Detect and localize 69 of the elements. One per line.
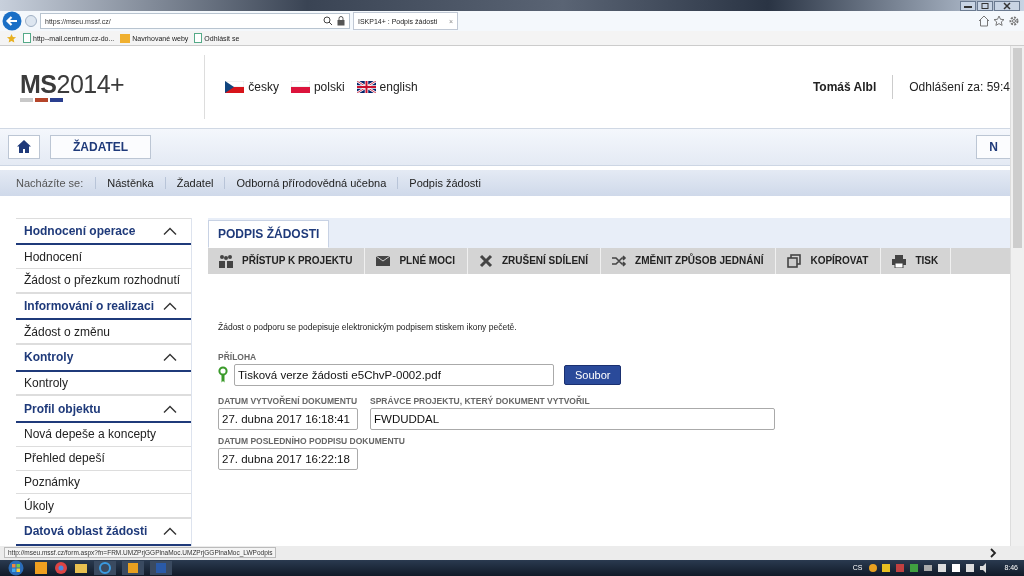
sidebar-item[interactable]: Hodnocení: [16, 245, 191, 269]
text-field[interactable]: 27. dubna 2017 16:22:18: [218, 447, 358, 470]
settings-icon[interactable]: [1008, 15, 1020, 28]
taskbar-app-icon[interactable]: [54, 560, 68, 575]
attachment-field[interactable]: Tisková verze žádosti e5ChvP-0002.pdf: [234, 363, 554, 386]
language-link[interactable]: polski: [290, 79, 345, 94]
maximize-icon[interactable]: [977, 0, 993, 11]
sidebar-item[interactable]: Žádost o změnu: [16, 320, 191, 345]
british-flag-icon: [356, 80, 376, 93]
breadcrumb-link[interactable]: Žadatel: [165, 176, 226, 189]
chevron-icon[interactable]: [163, 404, 177, 413]
close-icon[interactable]: [994, 0, 1020, 11]
breadcrumb-link[interactable]: Podpis žádosti: [398, 176, 492, 189]
minimize-icon[interactable]: [960, 0, 976, 11]
chevron-icon[interactable]: [163, 527, 177, 536]
sidebar-section-header[interactable]: Informování o realizaci: [16, 292, 191, 321]
scrollbar[interactable]: [1010, 45, 1024, 546]
field-label: DATUM VYTVOŘENÍ DOKUMENTU: [218, 395, 358, 406]
copy-icon: [786, 253, 803, 268]
seal-icon[interactable]: [218, 366, 228, 384]
ms2014-logo: MS2014+: [20, 71, 125, 102]
back-icon[interactable]: [2, 11, 22, 32]
taskbar-app-icon[interactable]: [122, 560, 144, 575]
star-icon[interactable]: [993, 15, 1005, 28]
sidebar-section-header[interactable]: Profil objektu: [16, 395, 191, 424]
folder-icon: [120, 33, 131, 43]
printer-icon: [891, 253, 908, 268]
logout-timer: Odhlášení za: 59:4: [909, 79, 1010, 94]
language-link[interactable]: česky: [225, 79, 279, 94]
lock-icon: [337, 16, 345, 27]
field-label: PŘÍLOHA: [218, 351, 257, 362]
instruction-text: Žádost o podporu se podepisuje elektronickým podpisem stiskem ikony pečetě.: [218, 321, 517, 332]
chevron-icon[interactable]: [163, 302, 177, 311]
file-button[interactable]: Soubor: [564, 364, 622, 385]
cross-icon: [477, 253, 494, 268]
sidebar-item[interactable]: Žádost o přezkum rozhodnutí: [16, 269, 191, 293]
nav-button[interactable]: N: [976, 134, 1010, 159]
home-icon: [17, 140, 31, 154]
sidebar-item[interactable]: Nová depeše a koncepty: [16, 423, 191, 447]
text-field[interactable]: 27. dubna 2017 16:18:41: [218, 407, 358, 430]
language-link[interactable]: english: [356, 79, 418, 94]
breadcrumb-label: Nacházíte se:: [0, 176, 97, 189]
sidebar-item[interactable]: Kontroly: [16, 371, 191, 396]
scroll-right-icon[interactable]: [988, 547, 998, 558]
search-icon: [323, 16, 333, 27]
user-name: Tomáš Albl: [812, 79, 877, 94]
shuffle-icon: [611, 253, 628, 268]
sidebar-section-header[interactable]: Kontroly: [16, 344, 191, 372]
field-label: SPRÁVCE PROJEKTU, KTERÝ DOKUMENT VYTVOŘIL: [370, 395, 591, 406]
sidebar-item[interactable]: Poznámky: [16, 470, 191, 495]
home-icon[interactable]: [978, 15, 990, 28]
tab[interactable]: PODPIS ŽÁDOSTI: [208, 219, 330, 248]
envelope-icon: [375, 253, 392, 268]
breadcrumb-link[interactable]: Nástěnka: [96, 176, 166, 189]
favorites-star-icon: [6, 32, 17, 44]
text-field[interactable]: FWDUDDAL: [370, 407, 775, 430]
home-button[interactable]: [8, 134, 40, 159]
czech-flag-icon: [225, 80, 245, 93]
sidebar-item[interactable]: Úkoly: [16, 494, 191, 519]
nav-button[interactable]: ŽADATEL: [50, 134, 152, 159]
polish-flag-icon: [290, 80, 310, 93]
taskbar-app-icon[interactable]: [34, 560, 48, 575]
sidebar-section-header[interactable]: Hodnocení operace: [16, 217, 191, 246]
breadcrumb-link[interactable]: Odborná přírodovědná učebna: [225, 176, 399, 189]
chevron-icon[interactable]: [163, 226, 177, 235]
sidebar-item[interactable]: Přehled depeší: [16, 446, 191, 471]
chevron-icon[interactable]: [163, 353, 177, 362]
people-icon: [218, 253, 234, 268]
field-label: DATUM POSLEDNÍHO PODPISU DOKUMENTU: [218, 435, 405, 446]
